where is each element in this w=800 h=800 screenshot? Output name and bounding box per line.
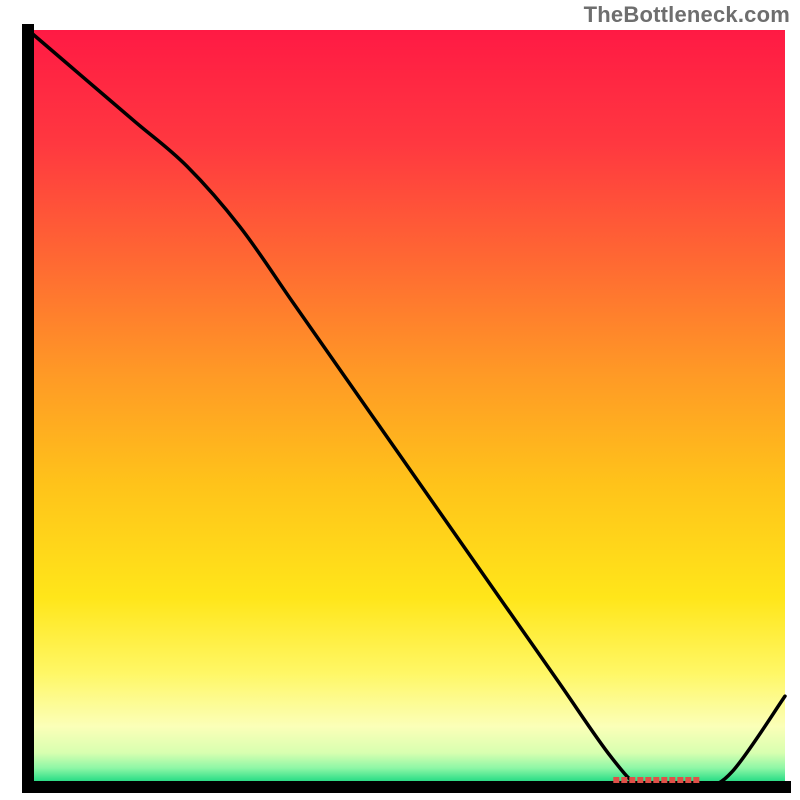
flat-marker [613,777,699,783]
bottleneck-chart [0,0,800,800]
plot-background [28,30,785,787]
chart-stage: TheBottleneck.com [0,0,800,800]
